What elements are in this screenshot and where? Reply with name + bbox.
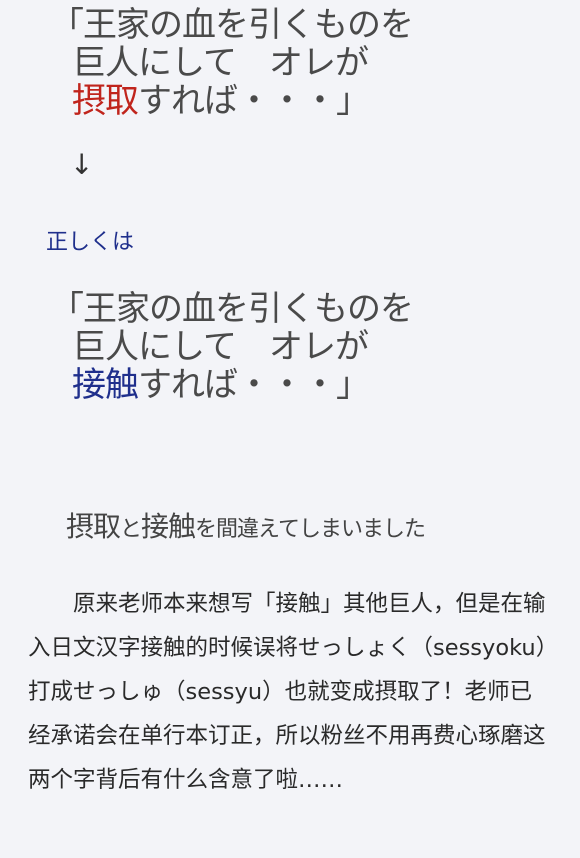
correction-label: 正しくは xyxy=(46,230,135,255)
quote-line-3: 接触すれば・・・」 xyxy=(50,366,413,404)
mistake-word-2: 接触 xyxy=(141,510,196,543)
quote-line-2: 巨人にして オレが xyxy=(72,327,369,367)
original-quote: 「王家の血を引くものを 巨人にして オレが 摂取すれば・・・」 xyxy=(50,5,414,120)
quote-line-2: 巨人にして オレが xyxy=(72,43,369,83)
explanation-paragraph: 原来老师本来想写「接触」其他巨人，但是在输入日文汉字接触的时候误将せっしょく（s… xyxy=(28,591,547,793)
mistake-rest: を間違えてしまいました xyxy=(195,517,426,542)
down-arrow-icon: ↓ xyxy=(70,148,94,181)
quote-line-3-rest: すれば・・・」 xyxy=(138,365,370,405)
mistake-word-1: 摂取 xyxy=(66,510,121,543)
correct-word: 接触 xyxy=(72,365,139,405)
quote-line-3-rest: すれば・・・」 xyxy=(138,81,370,121)
corrected-quote: 「王家の血を引くものを 巨人にして オレが 接触すれば・・・」 xyxy=(50,289,414,404)
quote-line-1: 「王家の血を引くものを xyxy=(50,289,414,329)
mistake-to: と xyxy=(120,517,142,542)
wrong-word: 摂取 xyxy=(72,81,139,121)
quote-line-1: 「王家の血を引くものを xyxy=(50,5,414,45)
mistake-note: 摂取と接触を間違えてしまいました xyxy=(66,505,426,545)
quote-line-3: 摂取すれば・・・」 xyxy=(50,82,413,120)
